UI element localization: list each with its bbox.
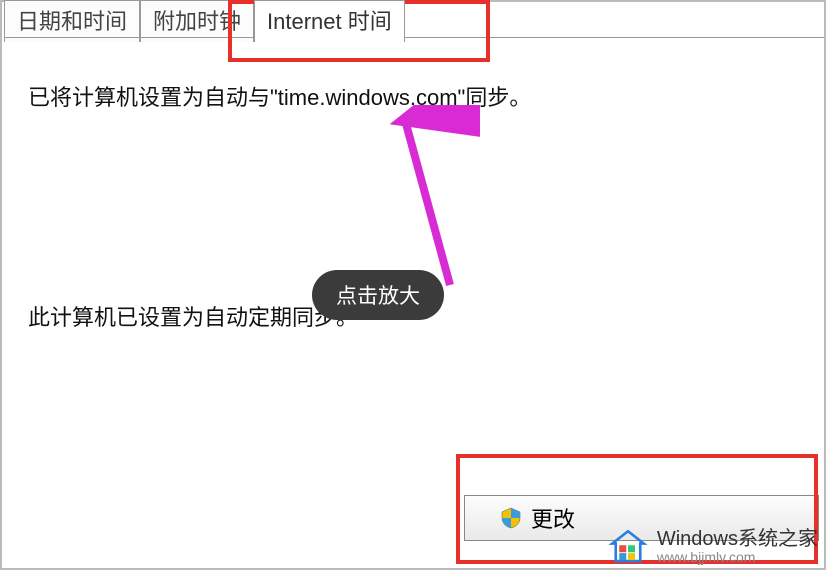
watermark-url: www.bjjmlv.com (657, 550, 818, 565)
periodic-sync-text: 此计算机已设置为自动定期同步。 (28, 300, 358, 332)
sync-status-text: 已将计算机设置为自动与"time.windows.com"同步。 (28, 80, 531, 112)
tab-bar: 日期和时间 附加时钟 Internet 时间 (4, 0, 405, 42)
watermark-title: Windows系统之家 (657, 528, 818, 550)
watermark: Windows系统之家 www.bjjmlv.com (607, 526, 818, 568)
tab-additional-clocks[interactable]: 附加时钟 (140, 0, 254, 42)
tab-internet-time[interactable]: Internet 时间 (254, 0, 405, 42)
watermark-logo-icon (607, 526, 649, 568)
uac-shield-icon (499, 506, 523, 530)
change-settings-label: 更改 (531, 502, 575, 534)
tab-underline (4, 37, 824, 38)
zoom-tooltip: 点击放大 (312, 270, 444, 320)
tab-datetime[interactable]: 日期和时间 (4, 0, 140, 42)
